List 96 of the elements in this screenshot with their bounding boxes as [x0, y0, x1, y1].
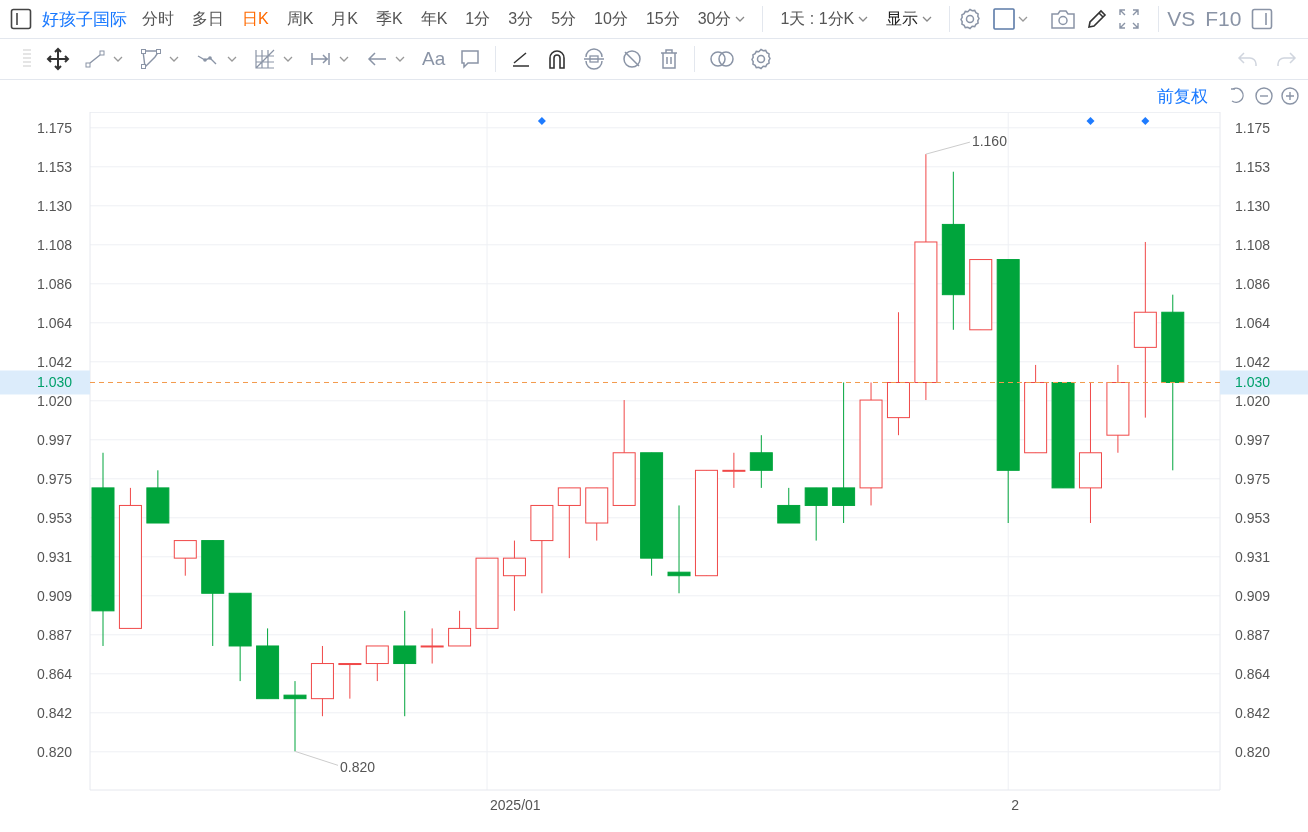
candlestick	[475, 557, 499, 629]
settings-icon[interactable]	[749, 47, 774, 71]
axis-label: 1.020	[37, 392, 73, 409]
candlestick	[585, 487, 609, 542]
axis-label: 0.931	[1235, 548, 1271, 565]
zoom-out-icon[interactable]	[1254, 86, 1274, 106]
axis-label: 0.975	[37, 470, 73, 487]
candlestick	[420, 627, 444, 665]
axis-label: 2025/01	[490, 797, 541, 813]
axis-label: 1.108	[37, 236, 73, 253]
axis-label: 0.842	[37, 704, 73, 721]
axis-label: 0.997	[1235, 431, 1271, 448]
zoom-in-icon[interactable]	[1280, 86, 1300, 106]
axis-label: 0.887	[1235, 626, 1271, 643]
candlestick	[749, 434, 773, 489]
drag-handle-icon[interactable]	[22, 48, 32, 70]
axis-label: 2	[1011, 797, 1019, 813]
candlestick	[338, 663, 362, 700]
range-dropdown[interactable]: 1天 : 1分K	[771, 8, 878, 30]
candlestick	[969, 259, 993, 331]
candlestick	[310, 645, 334, 717]
axis-label: 0.864	[37, 665, 73, 682]
axis-label: 1.175	[37, 119, 73, 136]
axis-label: 0.887	[37, 626, 73, 643]
period-tab[interactable]: 季K	[367, 8, 412, 30]
period-tab[interactable]: 15分	[636, 8, 689, 30]
axis-label: 0.820	[37, 743, 73, 760]
candlestick	[146, 469, 170, 524]
candlestick	[557, 487, 581, 559]
axis-label: 0.953	[37, 509, 73, 526]
diamond-marker[interactable]	[1086, 117, 1095, 125]
candlestick	[283, 680, 307, 752]
stock-name[interactable]: 好孩子国际	[42, 7, 127, 31]
axis-label: 0.931	[37, 548, 73, 565]
leader-line	[925, 141, 971, 155]
caret-icon	[858, 16, 869, 22]
candlestick	[365, 645, 389, 682]
candlestick	[173, 540, 197, 577]
period-tab[interactable]: 多日	[183, 8, 233, 30]
axis-label: 1.064	[37, 314, 73, 331]
max-price-label: 1.160	[971, 133, 1007, 150]
fullscreen-icon[interactable]	[1118, 8, 1141, 30]
candlestick	[722, 452, 746, 489]
caret-icon	[922, 16, 933, 22]
axis-label: 1.153	[37, 158, 73, 175]
period-tab[interactable]: 30分	[688, 8, 755, 30]
last-price-label: 1.030	[0, 370, 90, 395]
candlestick	[777, 487, 801, 524]
axis-label: 0.997	[37, 431, 73, 448]
axis-label: 1.064	[1235, 314, 1271, 331]
diamond-marker[interactable]	[1141, 117, 1150, 125]
axis-label: 0.864	[1235, 665, 1271, 682]
sync-icon[interactable]	[582, 48, 607, 70]
axis-label: 1.130	[1235, 197, 1271, 214]
leader-line	[294, 750, 339, 766]
axis-label: 0.953	[1235, 509, 1271, 526]
candlestick	[502, 540, 526, 612]
period-tab[interactable]: 年K	[411, 8, 457, 30]
settings-icon[interactable]	[958, 7, 983, 31]
period-tab[interactable]: 分时	[133, 8, 183, 30]
comment-icon[interactable]	[459, 48, 482, 70]
move-icon[interactable]	[46, 47, 70, 71]
axis-label: 1.042	[37, 353, 73, 370]
candlestick	[448, 610, 472, 647]
last-price-label: 1.030	[1220, 370, 1308, 395]
axis-label: 1.020	[1235, 392, 1271, 409]
period-tab[interactable]: 3分	[499, 8, 543, 30]
overlap-circles-icon[interactable]	[709, 48, 736, 70]
diamond-marker[interactable]	[537, 117, 546, 125]
axis-label: 1.086	[37, 275, 73, 292]
pencil-icon[interactable]	[1086, 8, 1109, 30]
panel-toggle-icon[interactable]	[1251, 8, 1274, 30]
period-tab[interactable]: 10分	[585, 8, 637, 30]
period-tab[interactable]: 1分	[456, 8, 500, 30]
sidebar-toggle-icon[interactable]	[10, 8, 32, 30]
axis-label: 0.842	[1235, 704, 1271, 721]
candlestick	[804, 487, 828, 542]
caret-icon	[735, 16, 746, 22]
period-tab[interactable]: 周K	[277, 8, 323, 30]
square-dropdown-icon[interactable]	[992, 7, 1029, 31]
display-dropdown[interactable]: 显示	[877, 8, 942, 30]
min-price-label: 0.820	[340, 759, 376, 776]
axis-label: 1.153	[1235, 158, 1271, 175]
axis-label: 1.108	[1235, 236, 1271, 253]
axis-label: 1.086	[1235, 275, 1271, 292]
axis-label: 0.820	[1235, 743, 1271, 760]
axis-label: 1.130	[37, 197, 73, 214]
period-tab[interactable]: 月K	[322, 8, 367, 30]
camera-icon[interactable]	[1050, 8, 1077, 30]
axis-label: 0.909	[1235, 587, 1271, 604]
price-adjustment-link[interactable]: 前复权	[1157, 84, 1208, 108]
axis-label: 1.042	[1235, 353, 1271, 370]
axis-label: 0.909	[37, 587, 73, 604]
axis-label: 1.175	[1235, 119, 1271, 136]
period-tab[interactable]: 5分	[542, 8, 586, 30]
axis-label: 0.975	[1235, 470, 1271, 487]
